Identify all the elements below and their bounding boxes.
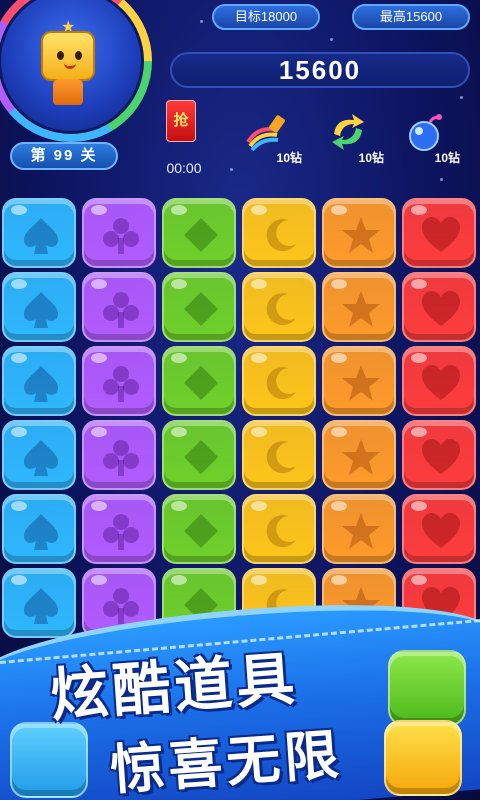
tile-heart[interactable] bbox=[402, 272, 476, 342]
tile-moon[interactable] bbox=[242, 346, 316, 416]
tile-star[interactable] bbox=[322, 420, 396, 490]
tile-heart[interactable] bbox=[402, 346, 476, 416]
tile-club[interactable] bbox=[82, 494, 156, 564]
tile-diamond[interactable] bbox=[162, 272, 236, 342]
level-badge: 第 99 关 bbox=[10, 142, 118, 170]
tile-spade[interactable] bbox=[2, 346, 76, 416]
tile-moon[interactable] bbox=[242, 198, 316, 268]
star-icon bbox=[342, 291, 380, 327]
heart-icon bbox=[422, 217, 460, 252]
mascot-head bbox=[41, 31, 95, 81]
tile-spade[interactable] bbox=[2, 568, 76, 638]
swap-arrows-icon bbox=[332, 114, 364, 150]
club-icon bbox=[103, 514, 139, 550]
rainbow-brush-icon bbox=[246, 115, 285, 152]
diamond-icon bbox=[184, 366, 218, 400]
moon-icon bbox=[266, 367, 296, 400]
tile-club[interactable] bbox=[82, 346, 156, 416]
club-icon bbox=[103, 588, 139, 624]
spade-icon bbox=[24, 588, 58, 624]
tile-club[interactable] bbox=[82, 198, 156, 268]
mascot-body bbox=[53, 79, 83, 105]
moon-icon bbox=[266, 219, 296, 252]
moon-icon bbox=[266, 515, 296, 548]
star-icon bbox=[342, 365, 380, 401]
tile-diamond[interactable] bbox=[162, 198, 236, 268]
star-icon bbox=[342, 217, 380, 253]
tile-star[interactable] bbox=[322, 272, 396, 342]
diamond-icon bbox=[184, 218, 218, 252]
tile-star[interactable] bbox=[322, 346, 396, 416]
star-icon bbox=[342, 439, 380, 475]
tile-moon[interactable] bbox=[242, 494, 316, 564]
tile-diamond[interactable] bbox=[162, 494, 236, 564]
club-icon bbox=[103, 218, 139, 254]
tile-spade[interactable] bbox=[2, 494, 76, 564]
tile-club[interactable] bbox=[82, 272, 156, 342]
spade-icon bbox=[24, 514, 58, 550]
tile-heart[interactable] bbox=[402, 198, 476, 268]
diamond-icon bbox=[184, 440, 218, 474]
game-board bbox=[2, 198, 478, 638]
powerup-cost: 10钻 bbox=[276, 151, 302, 165]
spade-icon bbox=[24, 440, 58, 476]
powerup-swap[interactable]: 10钻 bbox=[322, 112, 384, 165]
heart-icon bbox=[422, 365, 460, 400]
tile-heart[interactable] bbox=[402, 494, 476, 564]
tile-spade[interactable] bbox=[2, 198, 76, 268]
current-score: 15600 bbox=[170, 52, 470, 88]
spade-icon bbox=[24, 366, 58, 402]
slogan-line-2: 惊喜无限 bbox=[108, 724, 345, 800]
avatar[interactable]: ★ bbox=[0, 0, 144, 134]
decor-diamond-block bbox=[388, 650, 466, 726]
target-score-pill: 目标18000 bbox=[212, 4, 320, 30]
club-icon bbox=[103, 440, 139, 476]
tile-heart[interactable] bbox=[402, 420, 476, 490]
avatar-progress-ring: ★ bbox=[0, 0, 152, 142]
moon-icon bbox=[266, 293, 296, 326]
decor-moon-block bbox=[384, 720, 462, 796]
powerup-bomb[interactable]: 10钻 bbox=[398, 112, 460, 165]
red-envelope-timer: 00:00 bbox=[166, 160, 202, 176]
heart-icon bbox=[422, 439, 460, 474]
tile-spade[interactable] bbox=[2, 272, 76, 342]
heart-icon bbox=[422, 513, 460, 548]
tile-moon[interactable] bbox=[242, 420, 316, 490]
tile-star[interactable] bbox=[322, 198, 396, 268]
diamond-icon bbox=[184, 292, 218, 326]
tile-diamond[interactable] bbox=[162, 420, 236, 490]
decor-spade-block bbox=[10, 722, 88, 798]
tile-spade[interactable] bbox=[2, 420, 76, 490]
spade-icon bbox=[24, 292, 58, 328]
tile-moon[interactable] bbox=[242, 272, 316, 342]
moon-icon bbox=[266, 441, 296, 474]
powerup-cost: 10钻 bbox=[358, 151, 384, 165]
red-envelope-button[interactable]: 抢 bbox=[166, 100, 196, 142]
best-score-pill: 最高15600 bbox=[352, 4, 470, 30]
diamond-icon bbox=[184, 514, 218, 548]
powerup-cost: 10钻 bbox=[434, 151, 460, 165]
club-icon bbox=[103, 292, 139, 328]
tile-diamond[interactable] bbox=[162, 346, 236, 416]
powerup-rainbow-brush[interactable]: 10钻 bbox=[240, 112, 302, 165]
tile-star[interactable] bbox=[322, 494, 396, 564]
spade-icon bbox=[24, 218, 58, 254]
tile-club[interactable] bbox=[82, 420, 156, 490]
star-icon bbox=[342, 513, 380, 549]
club-icon bbox=[103, 366, 139, 402]
heart-icon bbox=[422, 291, 460, 326]
bomb-icon bbox=[409, 114, 442, 151]
